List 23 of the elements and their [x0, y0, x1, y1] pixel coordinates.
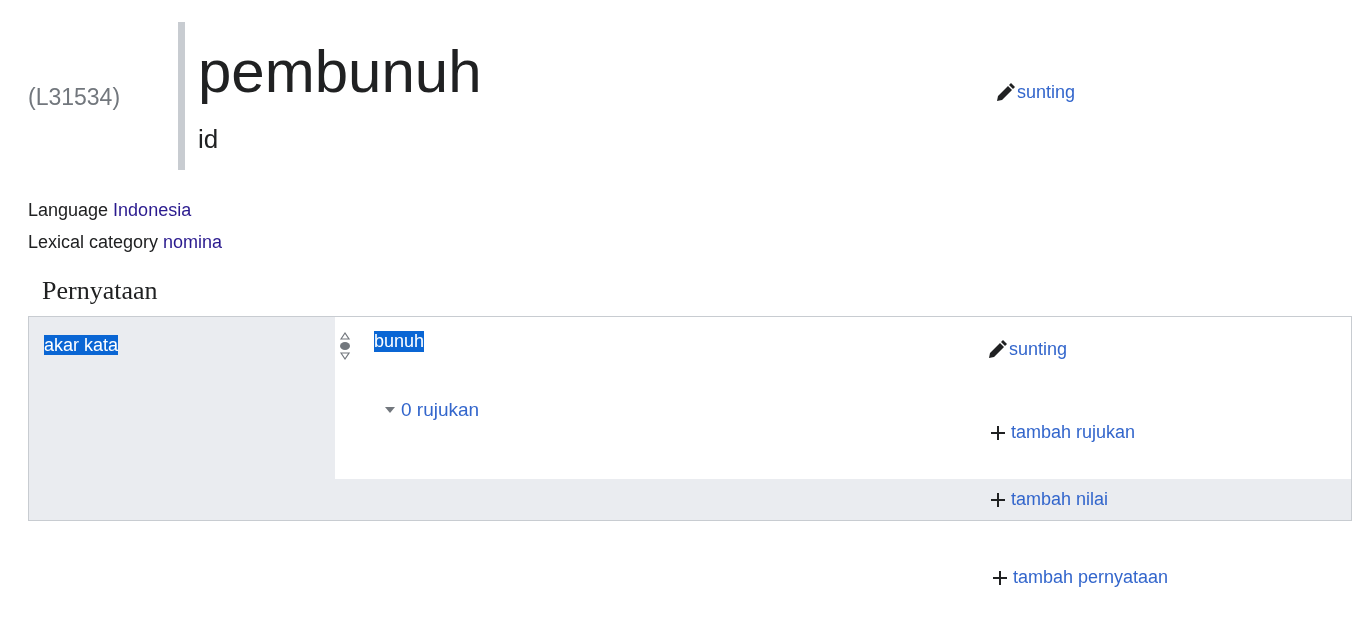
- add-value-link[interactable]: tambah nilai: [991, 489, 1109, 510]
- property-link[interactable]: Indonesia: [113, 194, 192, 226]
- plus-icon: [993, 570, 1007, 585]
- section-heading: Pernyataan: [42, 276, 159, 306]
- value-link[interactable]: bunuh: [374, 331, 425, 352]
- property-link[interactable]: nomina: [163, 226, 223, 258]
- pencil-icon: [987, 340, 1007, 360]
- pencil-icon: [995, 83, 1015, 103]
- references-toggle[interactable]: 0 rujukan: [385, 399, 480, 421]
- add-statement-link[interactable]: tambah pernyataan: [993, 567, 1169, 588]
- property-link[interactable]: akar kata: [44, 335, 119, 355]
- property-label: Language: [28, 199, 109, 222]
- edit-link[interactable]: sunting: [987, 339, 1136, 360]
- plus-icon: [991, 492, 1005, 507]
- lexeme-id: (L31534): [28, 84, 122, 111]
- caret-icon: [385, 407, 395, 413]
- lemma-title: pembunuh: [198, 42, 483, 102]
- plus-icon: [991, 425, 1005, 440]
- edit-link[interactable]: sunting: [995, 82, 1076, 103]
- language-code: id: [198, 124, 220, 155]
- rank-selector-icon[interactable]: [339, 331, 351, 361]
- add-reference-link[interactable]: tambah rujukan: [991, 422, 1136, 443]
- property-label: Lexical category: [28, 231, 159, 254]
